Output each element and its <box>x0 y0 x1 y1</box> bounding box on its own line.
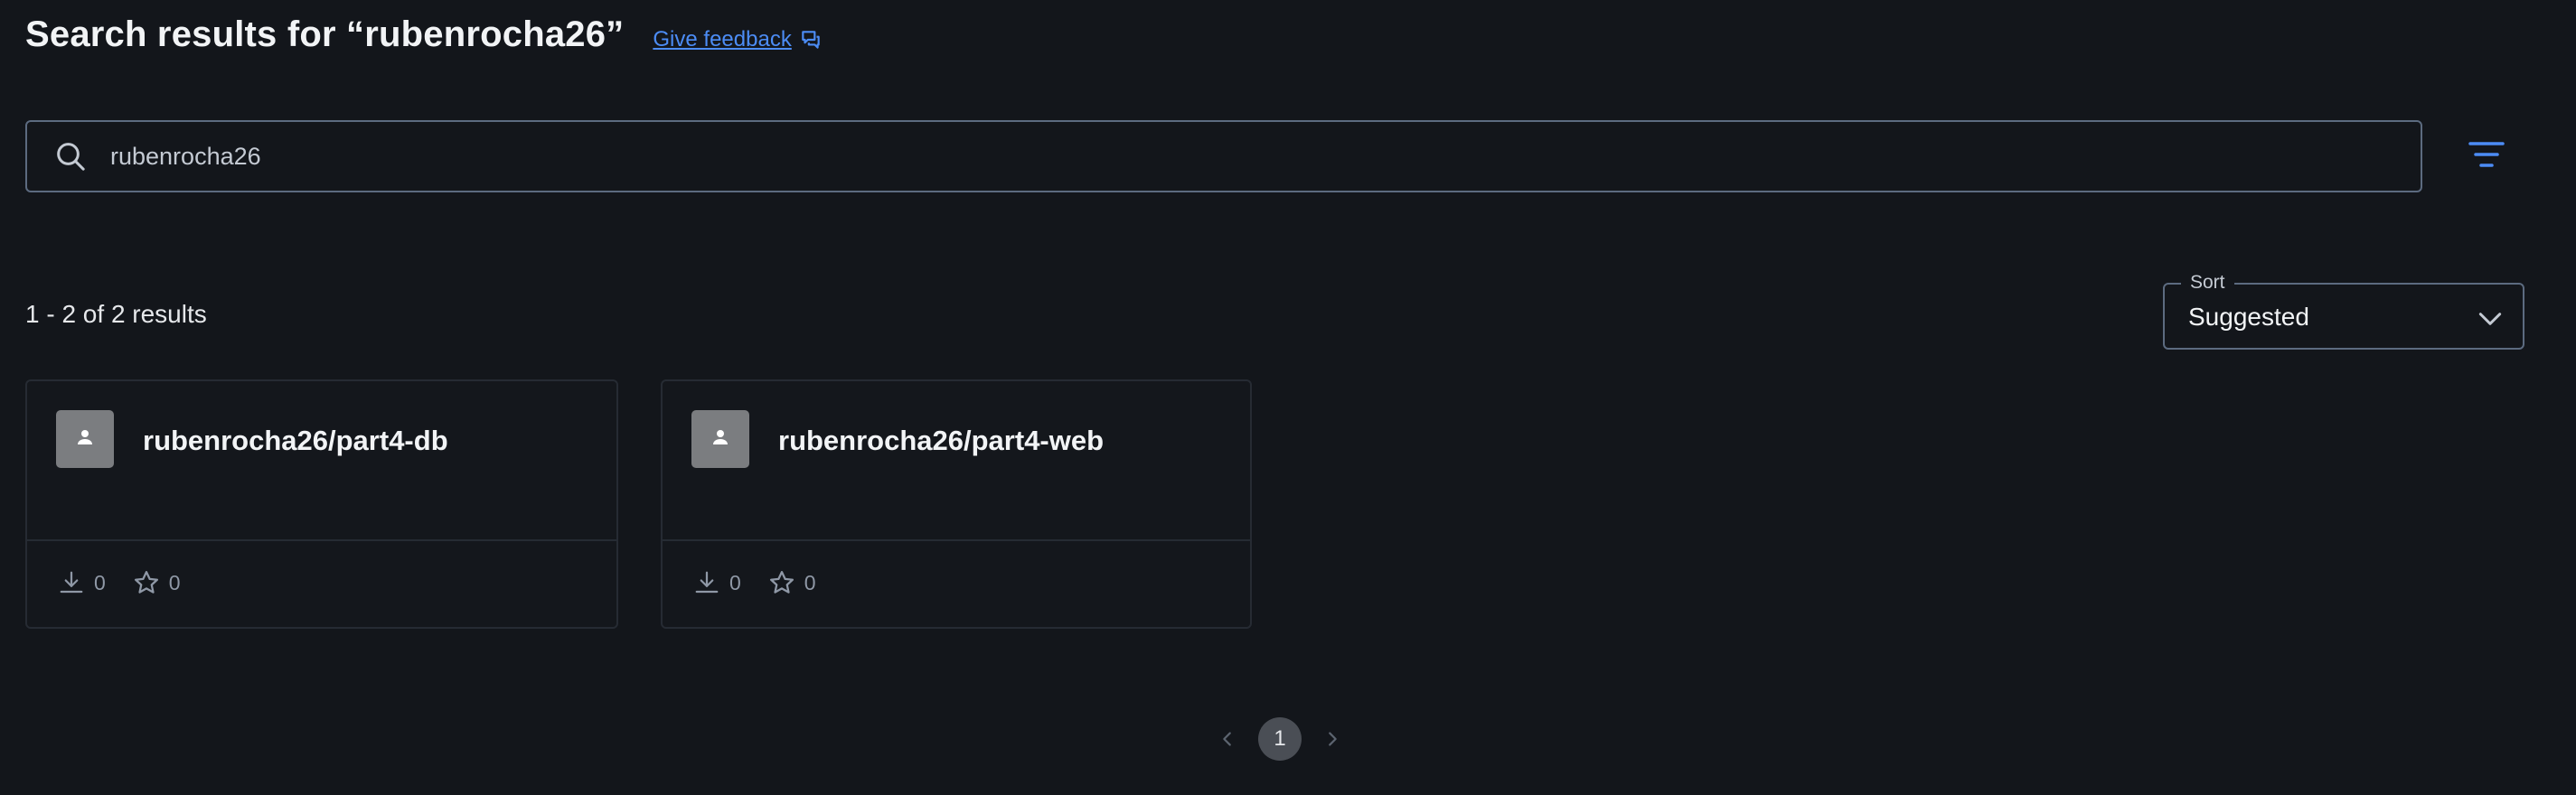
avatar <box>56 410 114 468</box>
downloads-count: 0 <box>729 570 741 594</box>
repository-name[interactable]: rubenrocha26/part4-db <box>143 425 448 457</box>
search-results-page: Search results for “rubenrocha26” Give f… <box>0 0 2576 795</box>
card-stats: 0 0 <box>693 569 843 596</box>
repository-card[interactable]: rubenrocha26/part4-web 0 0 <box>661 379 1252 629</box>
chevron-right-icon[interactable] <box>1314 721 1350 757</box>
sort-label: Sort <box>2181 272 2234 294</box>
repository-name[interactable]: rubenrocha26/part4-web <box>778 425 1104 457</box>
search-icon <box>52 138 89 174</box>
sort-value[interactable]: Suggested <box>2188 303 2309 332</box>
page-number-current[interactable]: 1 <box>1258 717 1302 761</box>
search-input[interactable] <box>110 129 2421 183</box>
stars-count: 0 <box>804 570 816 594</box>
card-header: rubenrocha26/part4-web <box>663 381 1250 541</box>
pagination: 1 <box>1209 717 1350 761</box>
user-icon <box>710 426 731 453</box>
downloads-count: 0 <box>94 570 106 594</box>
stars-count: 0 <box>168 570 181 594</box>
download-icon <box>693 569 720 596</box>
filter-button[interactable] <box>2464 134 2509 179</box>
stars-stat: 0 <box>768 569 816 596</box>
star-icon <box>768 569 795 596</box>
filter-icon[interactable] <box>2467 138 2506 175</box>
search-box[interactable] <box>25 120 2422 192</box>
page-title: Search results for “rubenrocha26” <box>25 14 625 54</box>
feedback-icon[interactable] <box>799 28 823 51</box>
stars-stat: 0 <box>133 569 181 596</box>
sort-select[interactable]: Sort Suggested <box>2163 272 2524 350</box>
avatar <box>691 410 749 468</box>
chevron-left-icon[interactable] <box>1209 721 1246 757</box>
give-feedback-link[interactable]: Give feedback <box>653 27 791 52</box>
downloads-stat: 0 <box>58 569 106 596</box>
star-icon <box>133 569 160 596</box>
card-header: rubenrocha26/part4-db <box>27 381 616 541</box>
downloads-stat: 0 <box>693 569 741 596</box>
page-header: Search results for “rubenrocha26” Give f… <box>25 14 823 55</box>
results-count: 1 - 2 of 2 results <box>25 300 207 328</box>
card-stats: 0 0 <box>58 569 208 596</box>
repository-card[interactable]: rubenrocha26/part4-db 0 0 <box>25 379 618 629</box>
chevron-down-icon[interactable] <box>2476 304 2505 333</box>
give-feedback[interactable]: Give feedback <box>653 27 822 52</box>
user-icon <box>74 426 96 453</box>
download-icon <box>58 569 85 596</box>
